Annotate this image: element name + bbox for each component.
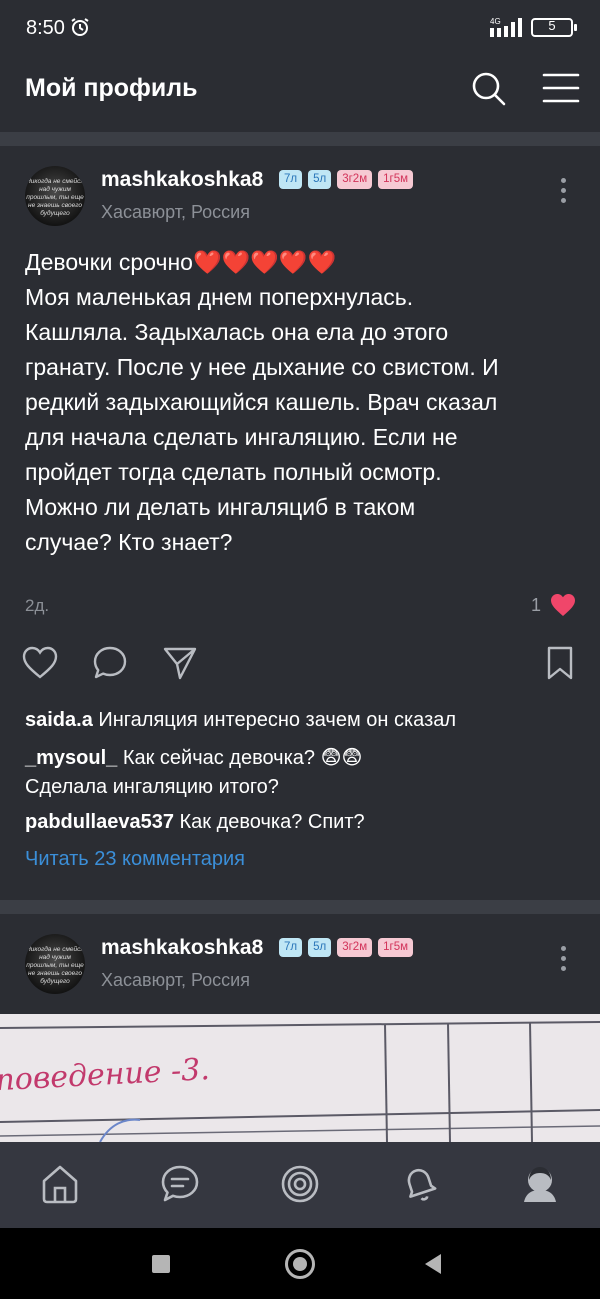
share-button-icon[interactable] <box>162 645 198 681</box>
age-badge: 5л <box>308 938 332 957</box>
comment[interactable]: saida.a Ингаляция интересно зачем он ска… <box>25 706 456 735</box>
age-badge: 3г2м <box>337 938 373 957</box>
status-bar: 8:50 4G 5 <box>0 0 600 56</box>
comment-user[interactable]: _mysoul_ <box>25 747 117 769</box>
battery-icon: 5 <box>531 18 577 37</box>
post-image[interactable]: поведение -3. <box>0 1014 600 1142</box>
author-name[interactable]: mashkakoshka8 <box>101 936 263 960</box>
age-badge: 3г2м <box>337 170 373 189</box>
system-navigation <box>0 1228 600 1299</box>
comment-user[interactable]: saida.a <box>25 709 93 731</box>
chat-icon[interactable] <box>158 1162 202 1206</box>
comment-text: Как сейчас девочка? 😨😨 <box>122 747 363 769</box>
menu-icon[interactable] <box>542 70 580 106</box>
bottom-navigation <box>0 1142 600 1228</box>
read-comments-link[interactable]: Читать 23 комментария <box>25 848 245 871</box>
post-line: Можно ли делать ингаляциб в таком <box>25 494 416 520</box>
comment-user[interactable]: pabdullaeva537 <box>25 811 174 833</box>
signal-icon: 4G <box>490 17 522 37</box>
comment[interactable]: pabdullaeva537 Как девочка? Спит? <box>25 808 365 837</box>
heart-filled-icon <box>551 594 575 616</box>
author-location: Хасавюрт, Россия <box>101 202 250 222</box>
comment-text: Ингаляция интересно зачем он сказал <box>98 709 457 731</box>
age-badge: 1г5м <box>378 170 414 189</box>
home-button[interactable] <box>285 1249 315 1279</box>
notebook-photo: поведение -3. <box>0 1014 600 1142</box>
post-line: редкий задыхающийся кашель. Врач сказал <box>25 389 498 415</box>
divider <box>0 132 600 146</box>
status-time: 8:50 <box>26 17 65 39</box>
author-name[interactable]: mashkakoshka8 <box>101 168 263 192</box>
page-title: Мой профиль <box>25 74 198 102</box>
avatar-caption: Никогда не смейся над чужим прошлым, ты … <box>26 178 84 217</box>
more-options-icon[interactable] <box>556 178 570 208</box>
post-actions <box>0 645 600 685</box>
like-count: 1 <box>531 595 542 615</box>
network-label: 4G <box>490 17 501 26</box>
post-line: Кашляла. Задыхалась она ела до этого <box>25 319 449 345</box>
post-line: Моя маленькая днем поперхнулась. <box>25 284 414 310</box>
post-date: 2д. <box>25 596 50 615</box>
battery-level: 5 <box>548 18 556 33</box>
avatar[interactable]: Никогда не смейся над чужим прошлым, ты … <box>25 934 85 994</box>
profile-icon[interactable] <box>518 1162 562 1206</box>
post-header: Никогда не смейся над чужим прошлым, ты … <box>0 146 600 236</box>
search-icon[interactable] <box>470 70 506 106</box>
bookmark-button-icon[interactable] <box>542 645 578 681</box>
post-header: Никогда не смейся над чужим прошлым, ты … <box>0 914 600 1004</box>
home-icon[interactable] <box>38 1162 82 1206</box>
comment-text: Сделала ингаляцию итого? <box>25 776 279 798</box>
author-location: Хасавюрт, Россия <box>101 970 250 990</box>
back-button[interactable] <box>425 1254 441 1274</box>
age-badge: 1г5м <box>378 938 414 957</box>
post-line: случае? Кто знает? <box>25 529 233 555</box>
age-badge: 7л <box>279 938 303 957</box>
alarm-icon <box>71 18 89 36</box>
age-badge: 7л <box>279 170 303 189</box>
post-line: пройдет тогда сделать полный осмотр. <box>25 459 442 485</box>
like-button-icon[interactable] <box>22 645 58 681</box>
avatar-caption: Никогда не смейся над чужим прошлым, ты … <box>26 946 84 985</box>
age-badge: 5л <box>308 170 332 189</box>
post-line: Девочки срочно❤️❤️❤️❤️❤️ <box>25 249 337 275</box>
comment[interactable]: _mysoul_ Как сейчас девочка? 😨😨 Сделала … <box>25 744 362 802</box>
more-options-icon[interactable] <box>556 946 570 976</box>
child-age-badges: 7л 5л 3г2м 1г5м <box>279 170 414 189</box>
child-age-badges: 7л 5л 3г2м 1г5м <box>279 938 414 957</box>
divider <box>0 900 600 914</box>
comment-text: Как девочка? Спит? <box>179 811 365 833</box>
recents-button[interactable] <box>152 1255 170 1273</box>
comment-button-icon[interactable] <box>92 645 128 681</box>
feed-circles-icon[interactable] <box>278 1162 322 1206</box>
avatar[interactable]: Никогда не смейся над чужим прошлым, ты … <box>25 166 85 226</box>
post-line: гранату. После у нее дыхание со свистом.… <box>25 354 499 380</box>
post-line: для начала сделать ингаляцию. Если не <box>25 424 458 450</box>
notifications-bell-icon[interactable] <box>398 1162 442 1206</box>
post-body: Девочки срочно❤️❤️❤️❤️❤️ Моя маленькая д… <box>25 245 575 560</box>
app-bar: Мой профиль <box>0 56 600 132</box>
